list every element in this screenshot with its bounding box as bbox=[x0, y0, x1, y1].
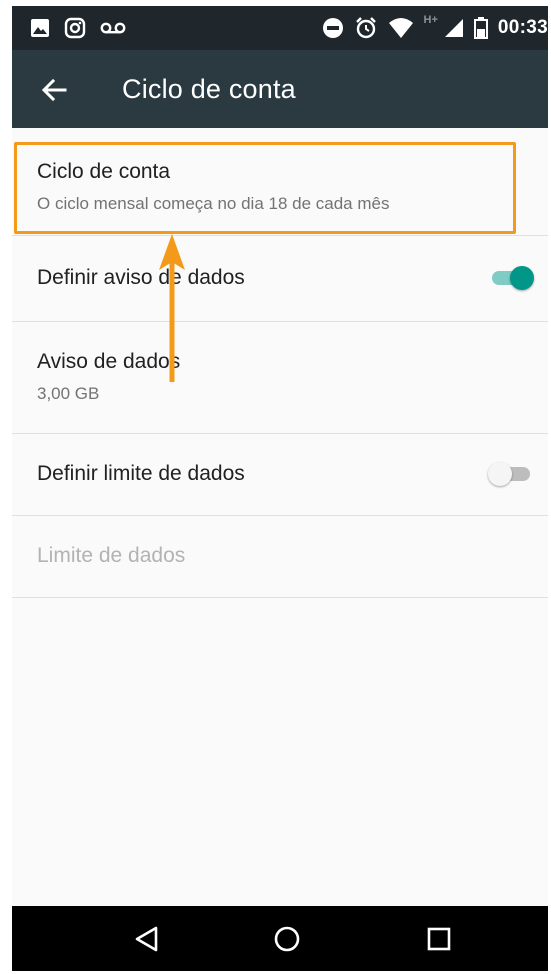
nav-back-button[interactable] bbox=[126, 918, 168, 960]
pref-set-data-limit[interactable]: Definir limite de dados bbox=[12, 434, 548, 516]
do-not-disturb-icon bbox=[322, 17, 344, 39]
pref-title: Limite de dados bbox=[37, 544, 186, 567]
image-icon bbox=[30, 18, 50, 38]
battery-icon bbox=[473, 17, 488, 39]
nav-recents-button[interactable] bbox=[418, 918, 460, 960]
data-warning-switch[interactable] bbox=[488, 263, 534, 293]
home-circle-icon bbox=[274, 926, 300, 952]
network-type: H+ bbox=[423, 14, 438, 26]
alarm-icon bbox=[354, 16, 378, 40]
pref-title: Aviso de dados bbox=[37, 350, 181, 373]
nav-home-button[interactable] bbox=[266, 918, 308, 960]
switch-thumb bbox=[510, 266, 534, 290]
instagram-icon bbox=[64, 17, 86, 39]
voicemail-icon bbox=[100, 21, 126, 35]
signal-icon bbox=[444, 18, 464, 38]
data-limit-switch[interactable] bbox=[488, 459, 534, 489]
pref-summary: O ciclo mensal começa no dia 18 de cada … bbox=[37, 194, 390, 213]
page-title: Ciclo de conta bbox=[122, 74, 296, 104]
status-bar: H+ 00:33 bbox=[12, 6, 548, 50]
phone-screen: H+ 00:33 Ciclo de conta Ciclo de conta O… bbox=[12, 6, 548, 971]
system-icons: H+ 00:33 bbox=[322, 6, 548, 50]
app-toolbar: Ciclo de conta bbox=[12, 50, 548, 128]
navigation-bar bbox=[12, 906, 548, 971]
pref-title: Ciclo de conta bbox=[37, 160, 171, 183]
switch-thumb bbox=[488, 462, 512, 486]
pref-data-warning[interactable]: Aviso de dados 3,00 GB bbox=[12, 322, 548, 434]
recents-square-icon bbox=[427, 927, 451, 951]
pref-set-data-warning[interactable]: Definir aviso de dados bbox=[12, 236, 548, 322]
pref-billing-cycle[interactable]: Ciclo de conta O ciclo mensal começa no … bbox=[12, 128, 548, 236]
back-triangle-icon bbox=[135, 926, 158, 952]
pref-summary: 3,00 GB bbox=[37, 384, 100, 403]
pref-title: Definir aviso de dados bbox=[37, 266, 245, 289]
back-button[interactable] bbox=[34, 70, 74, 110]
pref-data-limit: Limite de dados bbox=[12, 516, 548, 598]
arrow-left-icon bbox=[41, 78, 67, 102]
wifi-icon bbox=[388, 17, 414, 39]
status-clock: 00:33 bbox=[497, 17, 548, 38]
notification-icons bbox=[30, 6, 126, 50]
pref-title: Definir limite de dados bbox=[37, 462, 245, 485]
settings-list: Ciclo de conta O ciclo mensal começa no … bbox=[12, 128, 548, 598]
